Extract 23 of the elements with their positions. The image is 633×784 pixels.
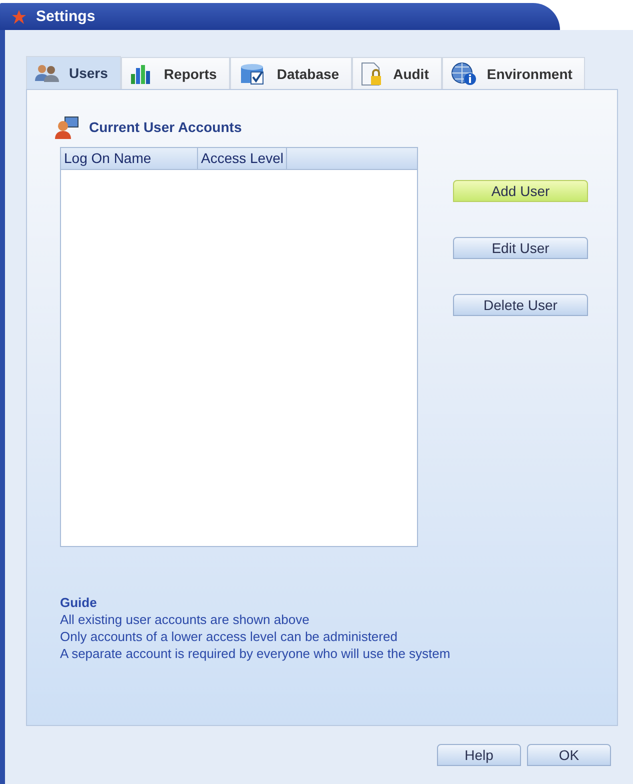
star-icon	[12, 10, 26, 24]
globe-icon	[450, 62, 477, 86]
tab[interactable]: Audit	[352, 57, 442, 89]
dialog-button[interactable]: Help	[437, 744, 521, 766]
user-computer-icon	[55, 115, 79, 139]
tab[interactable]: Reports	[120, 57, 230, 89]
dialog-button[interactable]: OK	[527, 744, 611, 766]
column-header[interactable]: Access Level	[198, 148, 288, 169]
tab[interactable]: Users	[26, 56, 121, 89]
guide-text: All existing user accounts are shown above	[60, 611, 310, 628]
column-header[interactable]: Log On Name	[61, 148, 198, 169]
locked-document-icon	[361, 62, 384, 86]
action-button[interactable]: Add User	[453, 180, 588, 202]
section-title: Current User Accounts	[89, 119, 242, 135]
tab[interactable]: Database	[230, 57, 352, 89]
action-button[interactable]: Edit User	[453, 237, 588, 259]
guide-text: A separate account is required by everyone who will use the system	[60, 645, 452, 662]
guide-title: Guide	[60, 594, 98, 611]
tab[interactable]: Environment	[442, 57, 586, 89]
action-button[interactable]: Delete User	[453, 294, 588, 316]
window-title: Settings	[36, 8, 96, 25]
users-icon	[35, 63, 59, 83]
guide-text: Only accounts of a lower access level can be administered	[60, 628, 398, 645]
